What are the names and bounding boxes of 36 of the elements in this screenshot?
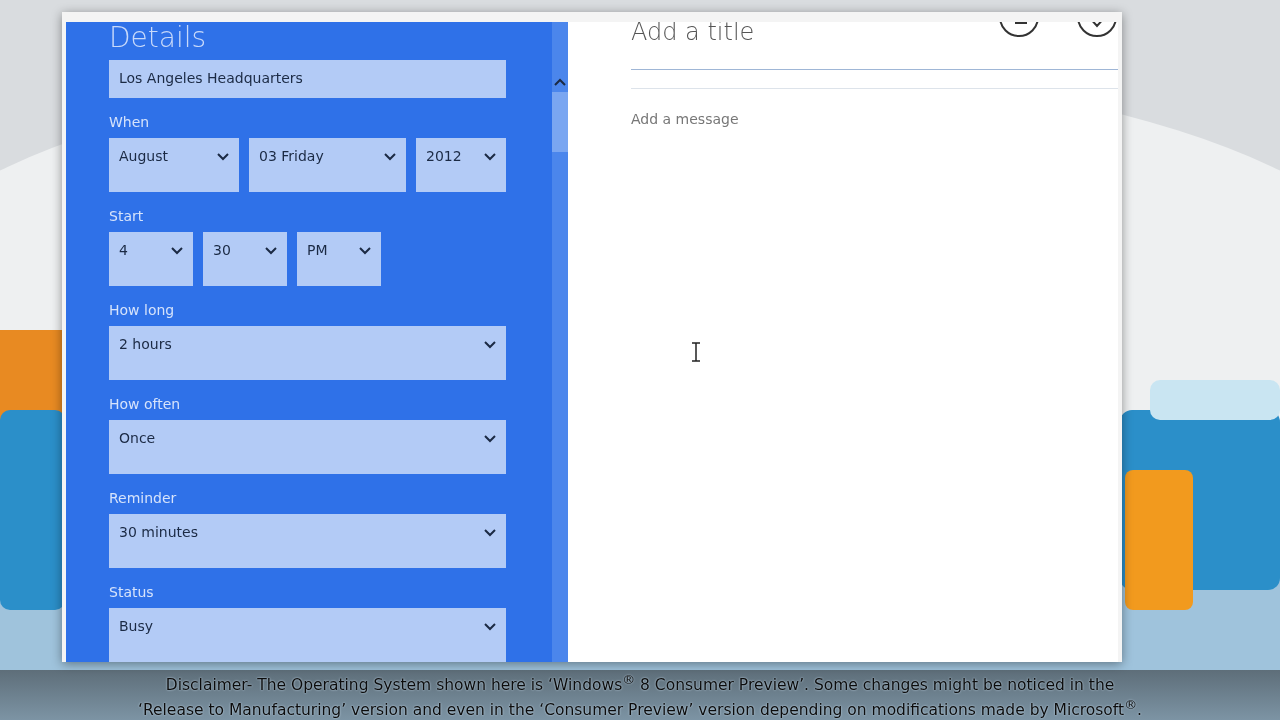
dropdown[interactable]: PM <box>297 232 381 286</box>
disclaimer-text: ‘Release to Manufacturing’ version and even in the ‘Consumer Preview’ version depending on modifications made by Microsoft$^{®}$. <box>138 696 1142 720</box>
dropdown[interactable]: 2012 <box>416 138 506 192</box>
location-field[interactable]: Los Angeles Headquarters <box>109 60 506 98</box>
panel-title: Details <box>109 22 208 56</box>
dropdown[interactable]: August <box>109 138 239 192</box>
dropdown[interactable]: 30 <box>203 232 287 286</box>
chevron-down-icon <box>484 341 496 349</box>
dropdown[interactable]: 2 hours <box>109 326 506 380</box>
title-field[interactable]: Add a title <box>631 22 1118 70</box>
scrollbar[interactable] <box>552 22 568 662</box>
chevron-down-icon <box>265 247 277 255</box>
dropdown[interactable]: Once <box>109 420 506 474</box>
chevron-down-icon <box>359 247 371 255</box>
dropdown[interactable]: 03 Friday <box>249 138 406 192</box>
chevron-down-icon <box>484 153 496 161</box>
chevron-down-icon <box>484 435 496 443</box>
field-label: Status <box>109 584 155 600</box>
scrollbar-thumb[interactable] <box>552 92 568 152</box>
dropdown[interactable]: 30 minutes <box>109 514 506 568</box>
message-field[interactable]: Add a message <box>631 111 1118 127</box>
text-cursor-icon <box>691 342 701 362</box>
field-label: Reminder <box>109 490 178 506</box>
field-label: How often <box>109 396 182 412</box>
disclaimer-text: Disclaimer- The Operating System shown here is ‘Windows$^{®}$ 8 Consumer Preview’. Some changes might be noticed in the <box>165 670 1115 695</box>
dropdown[interactable]: 4 <box>109 232 193 286</box>
field-label: Start <box>109 208 145 224</box>
chevron-down-icon <box>384 153 396 161</box>
chevron-up-icon <box>554 78 566 86</box>
field-label: When <box>109 114 151 130</box>
chevron-down-icon <box>484 623 496 631</box>
dropdown[interactable]: Busy <box>109 608 506 662</box>
chevron-down-icon <box>171 247 183 255</box>
field-label: How long <box>109 302 176 318</box>
chevron-down-icon <box>484 529 496 537</box>
chevron-down-icon <box>217 153 229 161</box>
